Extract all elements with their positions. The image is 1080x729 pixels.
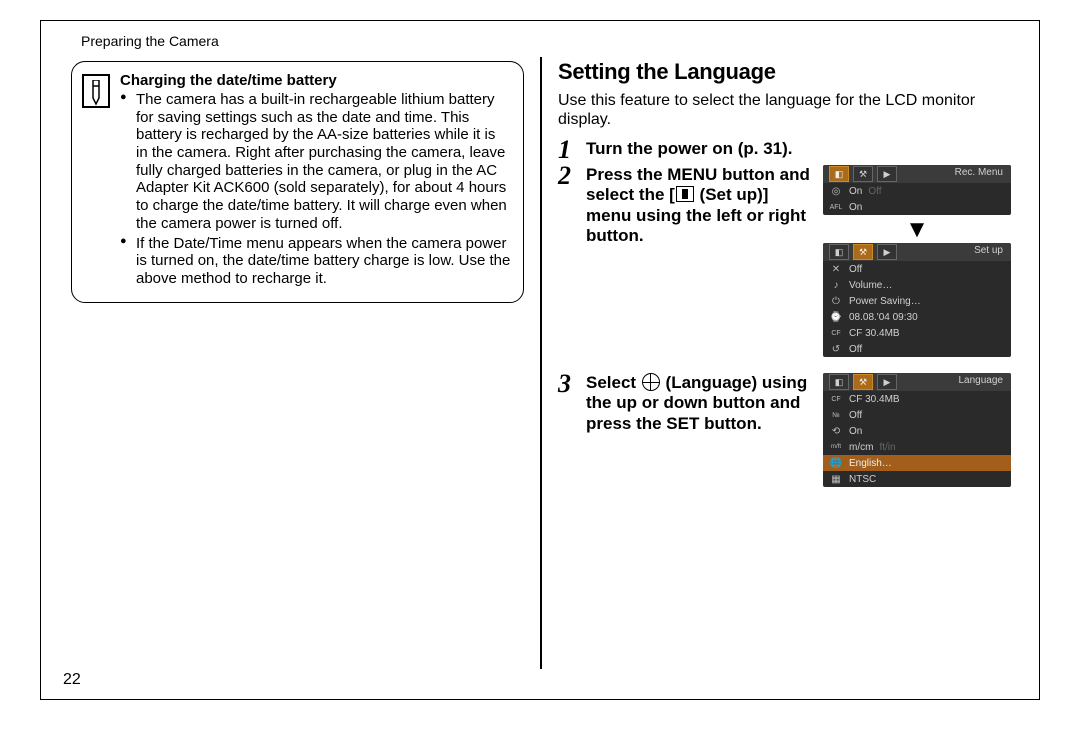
- right-column: Setting the Language Use this feature to…: [548, 57, 1021, 669]
- lcd-language-menu: ◧ ⚒ ▶ Language CFCF 30.4MB №Off ⟲On m/ft…: [823, 373, 1011, 487]
- language-globe-icon: [642, 373, 660, 391]
- note-box: Charging the date/time battery The camer…: [71, 61, 524, 303]
- step-1: Turn the power on (p. 31).: [558, 139, 1011, 159]
- tab-play-icon: ▶: [877, 244, 897, 260]
- tab-setup-icon: ⚒: [853, 244, 873, 260]
- step-3-screen: ◧ ⚒ ▶ Language CFCF 30.4MB №Off ⟲On m/ft…: [823, 373, 1011, 493]
- step-3-text: Select (Language) using the up or down b…: [586, 373, 813, 433]
- lcd1-title: Rec. Menu: [955, 167, 1003, 178]
- lcd2-title: Set up: [974, 245, 1003, 256]
- lcd-rec-menu: ◧ ⚒ ▶ Rec. Menu ◎OnOff AFLOn: [823, 165, 1011, 215]
- note-list: The camera has a built-in rechargeable l…: [120, 91, 511, 288]
- chapter-title: Preparing the Camera: [81, 33, 1021, 49]
- column-divider: [540, 57, 542, 669]
- section-heading: Setting the Language: [558, 59, 1011, 85]
- left-column: Charging the date/time battery The camer…: [61, 57, 534, 669]
- page-number: 22: [63, 671, 81, 689]
- step-2: Press the MENU button and select the [ (…: [558, 165, 1011, 363]
- note-item: If the Date/Time menu appears when the c…: [136, 235, 511, 288]
- tab-play-icon: ▶: [877, 166, 897, 182]
- tab-camera-icon: ◧: [829, 374, 849, 390]
- tab-play-icon: ▶: [877, 374, 897, 390]
- intro-text: Use this feature to select the language …: [558, 91, 1011, 129]
- page-frame: Preparing the Camera Charging the date/t…: [40, 20, 1040, 700]
- tab-camera-icon: ◧: [829, 244, 849, 260]
- down-arrow-icon: ▼: [823, 221, 1011, 239]
- tab-setup-icon: ⚒: [853, 374, 873, 390]
- note-item: The camera has a built-in rechargeable l…: [136, 91, 511, 233]
- tab-camera-icon: ◧: [829, 166, 849, 182]
- step-2-text: Press the MENU button and select the [ (…: [586, 165, 813, 245]
- tab-setup-icon: ⚒: [853, 166, 873, 182]
- step-3: Select (Language) using the up or down b…: [558, 373, 1011, 493]
- lcd-setup-menu: ◧ ⚒ ▶ Set up ✕Off ♪Volume… ⏻Power Saving…: [823, 243, 1011, 357]
- lcd3-title: Language: [959, 375, 1004, 386]
- note-title: Charging the date/time battery: [120, 72, 511, 89]
- pencil-note-icon: [82, 74, 110, 108]
- step-list: Turn the power on (p. 31). Press the MEN…: [558, 139, 1011, 493]
- step-1-text: Turn the power on (p. 31).: [586, 139, 1011, 159]
- step-2-screens: ◧ ⚒ ▶ Rec. Menu ◎OnOff AFLOn ▼: [823, 165, 1011, 363]
- setup-tab-icon: [676, 186, 694, 202]
